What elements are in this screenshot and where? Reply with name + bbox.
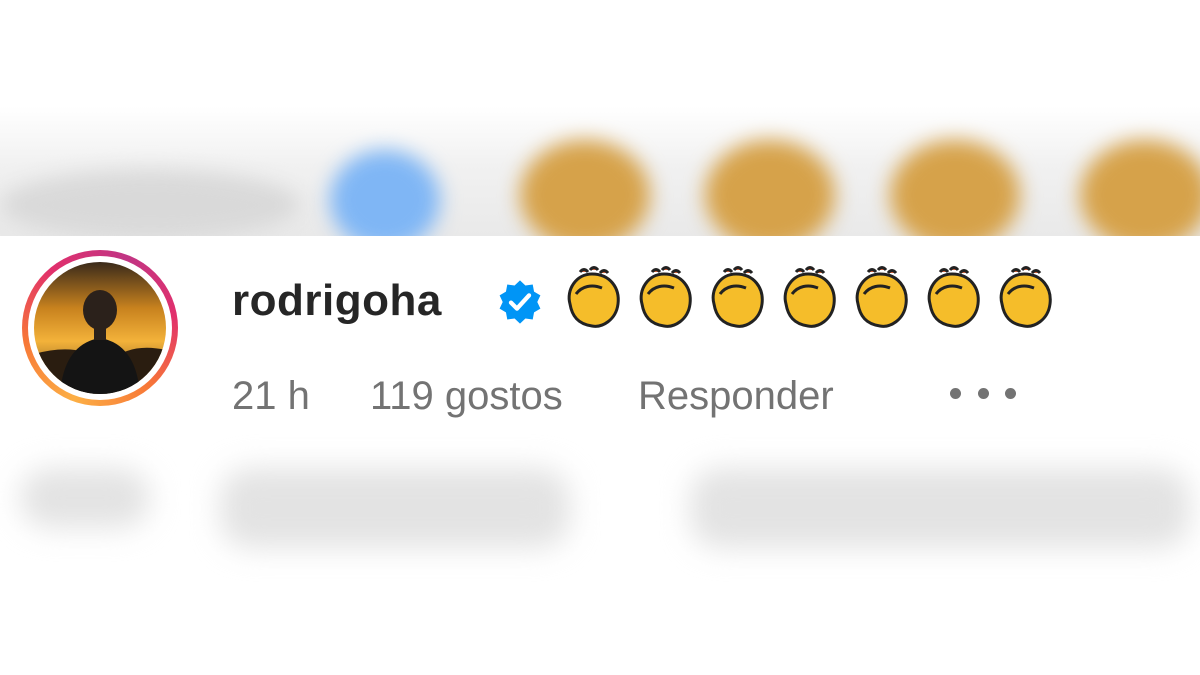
clapping-hands-icon (639, 266, 692, 328)
comment-timestamp: 21 h (232, 374, 310, 418)
blurred-following-content (0, 428, 1200, 675)
comment-row: rodrigoha 21 h 119 gostos Responder (0, 236, 1200, 428)
comment-emoji-text (562, 264, 1058, 334)
reply-button[interactable]: Responder (638, 374, 834, 419)
comment-username[interactable]: rodrigoha (232, 276, 442, 326)
avatar (34, 262, 166, 394)
clapping-hands-icon (711, 266, 764, 328)
clapping-hands-icon (999, 266, 1052, 328)
clapping-hands-icon (567, 266, 620, 328)
clapping-hands-icon (783, 266, 836, 328)
verified-badge-icon (499, 280, 541, 324)
clapping-hands-icon (927, 266, 980, 328)
blurred-previous-content (0, 0, 1200, 236)
more-options-icon[interactable] (950, 386, 1016, 400)
clapping-hands-icon (855, 266, 908, 328)
avatar-story-ring[interactable] (22, 250, 178, 406)
comment-likes-count[interactable]: 119 gostos (370, 374, 563, 419)
